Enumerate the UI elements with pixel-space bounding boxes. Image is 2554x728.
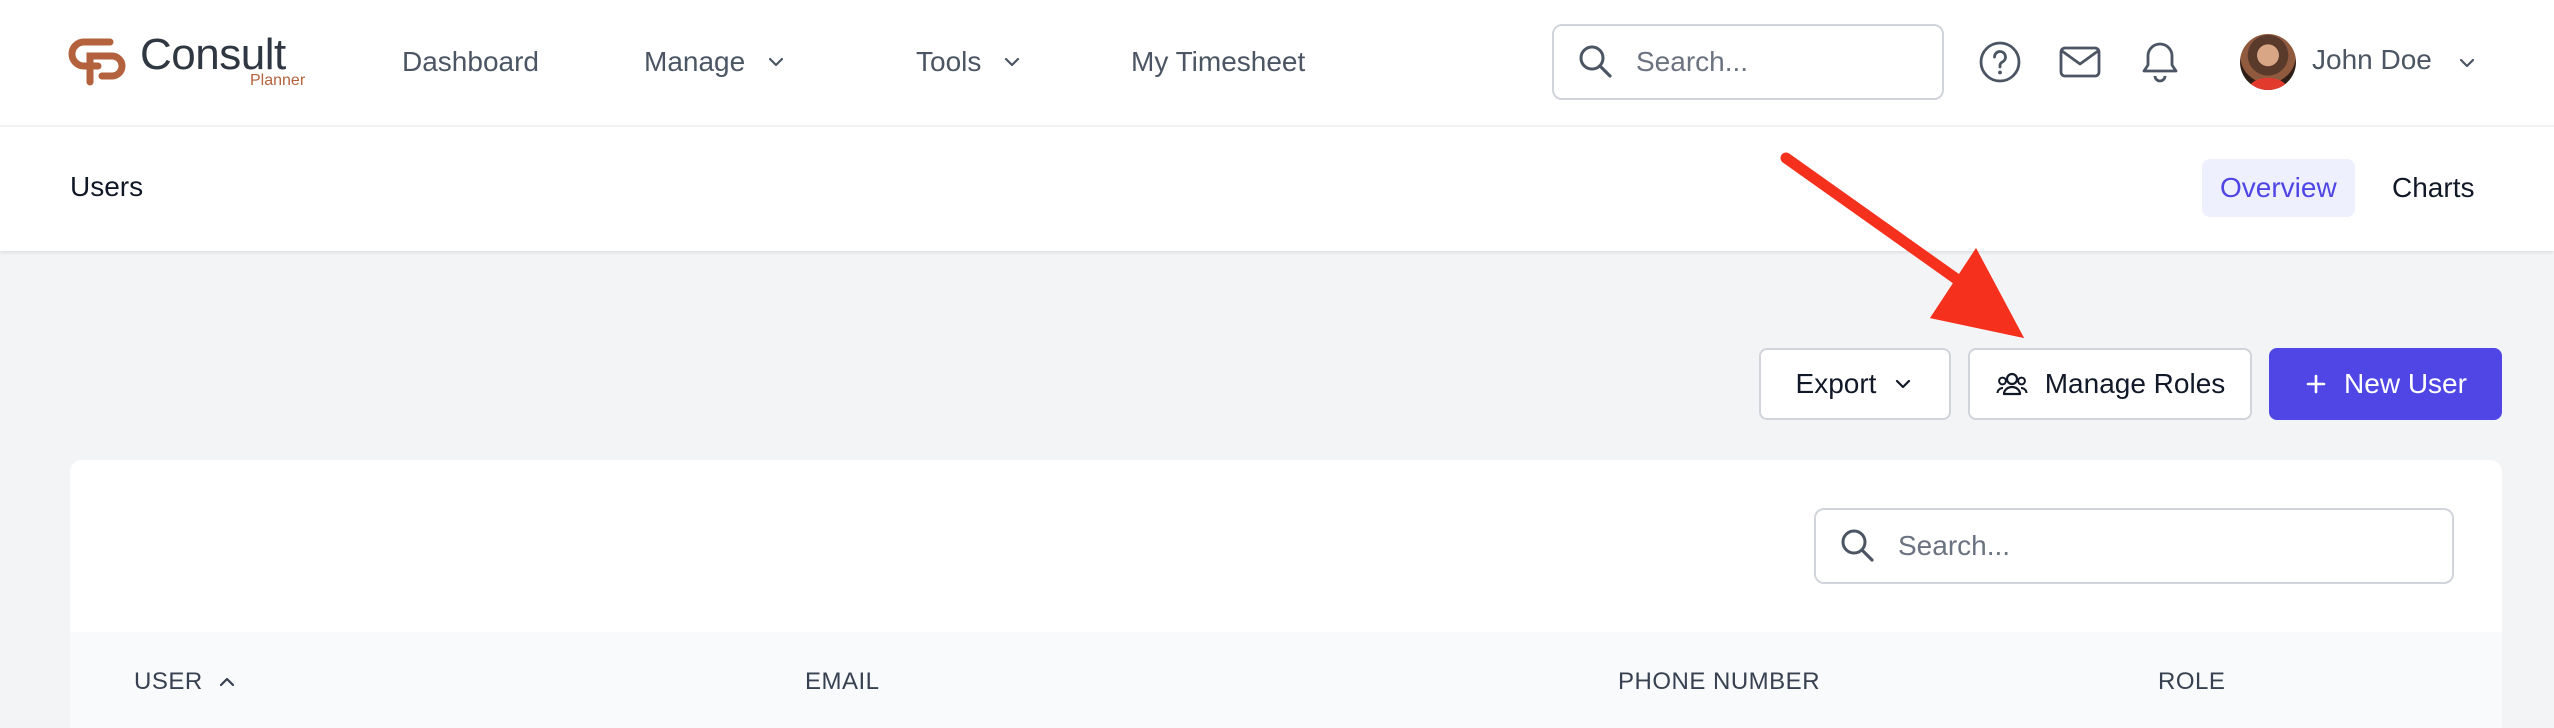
column-header-role-label: ROLE — [2158, 668, 2226, 695]
page-header: Users Overview Charts — [0, 127, 2554, 251]
column-header-phone-label: PHONE NUMBER — [1618, 668, 1821, 695]
nav-manage[interactable]: Manage — [644, 46, 787, 78]
nav-tools-label: Tools — [916, 46, 982, 77]
tab-charts-label: Charts — [2392, 172, 2475, 203]
help-circle-icon[interactable] — [1976, 38, 2024, 86]
logo-subtext: Planner — [250, 72, 306, 89]
tab-overview-label: Overview — [2220, 172, 2337, 203]
manage-roles-button[interactable]: Manage Roles — [1968, 348, 2252, 420]
column-header-role[interactable]: ROLE — [2158, 668, 2225, 696]
manage-roles-button-label: Manage Roles — [2044, 368, 2226, 399]
chevron-down-icon — [1005, 57, 1020, 67]
search-icon — [1841, 529, 1874, 562]
nav-my-timesheet[interactable]: My Timesheet — [1131, 46, 1305, 78]
users-group-icon — [1996, 372, 2028, 396]
table-header-row: USER EMAIL PHONE NUMBER ROLE — [70, 632, 2502, 728]
bell-icon[interactable] — [2136, 38, 2184, 86]
chevron-down-icon[interactable] — [2456, 52, 2478, 74]
new-user-button-label: New User — [2344, 368, 2467, 399]
table-search-input[interactable] — [1898, 530, 2438, 562]
column-header-email-label: EMAIL — [805, 668, 880, 695]
nav-dashboard-label: Dashboard — [402, 46, 539, 77]
tab-overview[interactable]: Overview — [2202, 159, 2355, 217]
table-search-box[interactable] — [1814, 508, 2454, 584]
nav-dashboard[interactable]: Dashboard — [402, 46, 539, 78]
plus-icon — [2306, 374, 2326, 394]
new-user-button[interactable]: New User — [2269, 348, 2502, 420]
global-search-input[interactable] — [1636, 46, 1926, 78]
column-header-user-label: USER — [134, 668, 203, 695]
nav-manage-label: Manage — [644, 46, 746, 77]
chevron-down-icon — [769, 57, 784, 67]
users-table-card: USER EMAIL PHONE NUMBER ROLE — [70, 460, 2502, 728]
consult-planner-logo[interactable]: Consult Planner — [68, 30, 328, 94]
page-title: Users — [70, 171, 144, 202]
column-header-user[interactable]: USER — [134, 668, 237, 696]
logo-mark-icon — [68, 38, 126, 86]
chevron-down-icon — [1896, 379, 1911, 389]
avatar[interactable] — [2240, 34, 2296, 90]
column-header-phone-number[interactable]: PHONE NUMBER — [1618, 668, 1820, 696]
tab-charts[interactable]: Charts — [2374, 159, 2492, 217]
column-header-email[interactable]: EMAIL — [805, 668, 880, 696]
annotation-arrow-icon — [1780, 152, 2024, 338]
top-navigation-bar: Consult Planner Dashboard Manage Tools M… — [0, 0, 2554, 126]
mail-icon[interactable] — [2056, 38, 2104, 86]
chevron-up-icon — [219, 677, 234, 687]
nav-tools[interactable]: Tools — [916, 46, 1023, 78]
global-search-box[interactable] — [1552, 24, 1944, 100]
nav-my-timesheet-label: My Timesheet — [1131, 46, 1306, 77]
user-menu-name[interactable]: John Doe — [2312, 44, 2432, 76]
export-button[interactable]: Export — [1759, 348, 1951, 420]
export-button-label: Export — [1795, 368, 1877, 399]
search-icon — [1579, 45, 1612, 78]
